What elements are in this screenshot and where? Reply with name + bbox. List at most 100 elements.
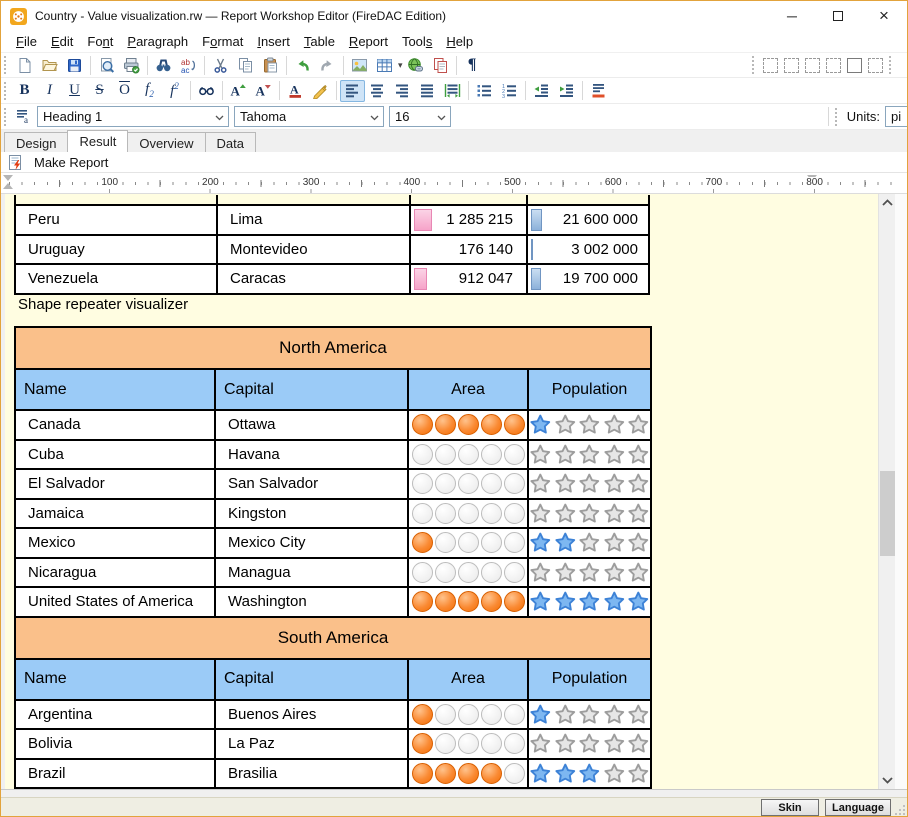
- superscript-button[interactable]: f2: [162, 80, 187, 102]
- star-filled-icon: [529, 590, 552, 613]
- bold-button[interactable]: B: [12, 80, 37, 102]
- copy-format-button[interactable]: [428, 54, 453, 76]
- menu-table[interactable]: Table: [297, 32, 342, 51]
- undo-button[interactable]: [290, 54, 315, 76]
- outdent-button[interactable]: [529, 80, 554, 102]
- menu-paragraph[interactable]: Paragraph: [120, 32, 195, 51]
- vertical-scrollbar[interactable]: [878, 194, 895, 789]
- subscript-button[interactable]: f2: [137, 80, 162, 102]
- country-name-cell: Mexico: [16, 529, 214, 557]
- ruler-mid-ticks: [59, 180, 889, 187]
- replace-button[interactable]: abac: [176, 54, 201, 76]
- paragraph-style-combo[interactable]: Heading 1: [37, 106, 229, 127]
- copy-button[interactable]: [233, 54, 258, 76]
- area-data-bar: [414, 209, 432, 231]
- insert-image-button[interactable]: [347, 54, 372, 76]
- font-name-combo[interactable]: Tahoma: [234, 106, 384, 127]
- minimize-button[interactable]: ─: [769, 1, 815, 31]
- resize-grip[interactable]: [895, 805, 905, 815]
- maximize-button[interactable]: [815, 1, 861, 31]
- area-shapes-cell: [409, 470, 527, 498]
- border-style-button-4[interactable]: [826, 58, 841, 73]
- make-report-label[interactable]: Make Report: [34, 155, 108, 170]
- align-center-button[interactable]: [365, 80, 390, 102]
- population-shape-row: [529, 443, 650, 466]
- area-shape-row: [409, 473, 527, 494]
- insert-table-button[interactable]: [372, 54, 397, 76]
- fit-width-button[interactable]: [440, 80, 465, 102]
- paste-button[interactable]: [258, 54, 283, 76]
- units-combo[interactable]: pi: [885, 106, 908, 127]
- tab-result[interactable]: Result: [67, 130, 128, 152]
- font-color-button[interactable]: A: [283, 80, 308, 102]
- language-button[interactable]: Language: [825, 799, 891, 816]
- underline-button[interactable]: U: [62, 80, 87, 102]
- print-button[interactable]: [119, 54, 144, 76]
- close-button[interactable]: ×: [861, 1, 907, 31]
- star-empty-icon: [529, 502, 552, 525]
- insert-table-dropdown[interactable]: ▾: [398, 60, 403, 71]
- border-style-button-5[interactable]: [847, 58, 862, 73]
- preview-glasses-button[interactable]: [194, 80, 219, 102]
- make-report-button[interactable]: [3, 151, 28, 173]
- border-style-button-1[interactable]: [763, 58, 778, 73]
- ruler-indent-marker-left-top[interactable]: [3, 175, 13, 181]
- tab-overview[interactable]: Overview: [127, 132, 205, 152]
- menu-edit[interactable]: Edit: [44, 32, 80, 51]
- circle-filled-icon: [481, 591, 502, 612]
- country-name-cell: Uruguay: [16, 236, 216, 264]
- area-shape-row: [409, 562, 527, 583]
- shrink-font-icon: A: [255, 82, 272, 99]
- circle-empty-icon: [481, 562, 502, 583]
- border-style-button-2[interactable]: [784, 58, 799, 73]
- menu-font[interactable]: Font: [80, 32, 120, 51]
- border-style-button-6[interactable]: [868, 58, 883, 73]
- font-size-combo[interactable]: 16: [389, 106, 451, 127]
- open-folder-button[interactable]: [37, 54, 62, 76]
- menu-tools[interactable]: Tools: [395, 32, 439, 51]
- bullet-list-button[interactable]: [472, 80, 497, 102]
- pilcrow-button[interactable]: ¶: [460, 54, 485, 76]
- make-report-icon: [7, 154, 24, 171]
- menu-file[interactable]: File: [9, 32, 44, 51]
- grow-font-button[interactable]: A: [226, 80, 251, 102]
- chevron-down-icon: [437, 109, 446, 124]
- overline-button[interactable]: O: [112, 80, 137, 102]
- save-button[interactable]: [62, 54, 87, 76]
- justify-button[interactable]: [415, 80, 440, 102]
- border-style-button-3[interactable]: [805, 58, 820, 73]
- tab-design[interactable]: Design: [4, 132, 68, 152]
- circle-filled-icon: [435, 763, 456, 784]
- italic-button[interactable]: I: [37, 80, 62, 102]
- print-preview-button[interactable]: [94, 54, 119, 76]
- scroll-down-button[interactable]: [879, 772, 896, 789]
- column-header-capital: Capital: [216, 370, 407, 409]
- menu-report[interactable]: Report: [342, 32, 395, 51]
- scrollbar-thumb[interactable]: [880, 471, 895, 556]
- ruler-indent-marker-left-bottom[interactable]: [3, 183, 13, 189]
- menu-format[interactable]: Format: [195, 32, 250, 51]
- numbered-list-button[interactable]: 123: [497, 80, 522, 102]
- align-left-button[interactable]: [340, 80, 365, 102]
- indent-button[interactable]: [554, 80, 579, 102]
- circle-filled-icon: [412, 733, 433, 754]
- capital-cell: San Salvador: [216, 470, 407, 498]
- redo-button[interactable]: [315, 54, 340, 76]
- find-button[interactable]: [151, 54, 176, 76]
- menu-help[interactable]: Help: [439, 32, 480, 51]
- scroll-up-button[interactable]: [879, 194, 896, 211]
- skin-button[interactable]: Skin: [761, 799, 819, 816]
- menu-insert[interactable]: Insert: [250, 32, 297, 51]
- paragraph-color-button[interactable]: [586, 80, 611, 102]
- circle-empty-icon: [504, 562, 525, 583]
- strikethrough-button[interactable]: S: [87, 80, 112, 102]
- new-document-button[interactable]: [12, 54, 37, 76]
- bold-icon: B: [19, 83, 29, 98]
- align-right-button[interactable]: [390, 80, 415, 102]
- highlight-button[interactable]: [308, 80, 333, 102]
- capital-cell: Buenos Aires: [216, 701, 407, 729]
- tab-data[interactable]: Data: [205, 132, 256, 152]
- shrink-font-button[interactable]: A: [251, 80, 276, 102]
- hyperlink-button[interactable]: [403, 54, 428, 76]
- cut-button[interactable]: [208, 54, 233, 76]
